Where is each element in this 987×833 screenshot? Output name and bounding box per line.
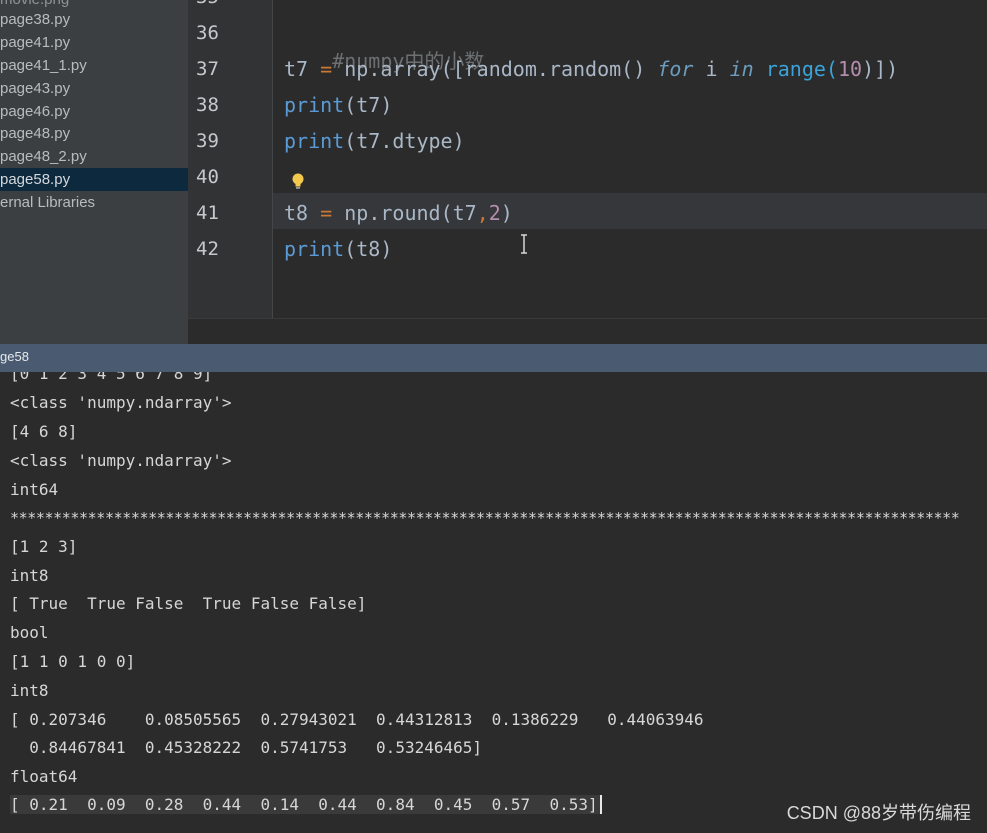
code-token: ) — [500, 201, 513, 225]
console-line: [1 1 0 1 0 0] — [10, 652, 136, 671]
editor-bottom-area — [188, 318, 987, 344]
code-builtin: print — [284, 129, 345, 153]
file-item-page48[interactable]: page48.py — [0, 122, 188, 145]
run-tool-window-header — [0, 344, 987, 372]
line-number: 38 — [196, 94, 219, 116]
code-token: (t7.dtype) — [344, 129, 465, 153]
code-builtin: print — [284, 93, 345, 117]
code-token: t7 — [284, 57, 309, 81]
code-token: = — [320, 201, 333, 225]
run-console[interactable]: [0 1 2 3 4 5 6 7 8 9] <class 'numpy.ndar… — [0, 372, 987, 833]
code-token: (t7) — [344, 93, 393, 117]
run-tab-label[interactable]: ge58 — [0, 349, 29, 364]
line-number: 36 — [196, 22, 219, 44]
line-number: 40 — [196, 166, 219, 188]
code-line-39[interactable]: print(t7.dtype) — [284, 129, 465, 153]
console-line: int64 — [10, 480, 59, 499]
code-token: np.array([random.random() — [344, 57, 646, 81]
code-line-41[interactable]: t8 = np.round(t7,2) — [284, 201, 513, 225]
console-line: [1 2 3] — [10, 537, 78, 556]
code-line-42[interactable]: print(t8) — [284, 237, 392, 261]
file-item-page41[interactable]: page41.py — [0, 31, 188, 54]
code-token: )]) — [862, 57, 899, 81]
code-token: , — [476, 201, 489, 225]
file-item-page48-2[interactable]: page48_2.py — [0, 145, 188, 168]
line-number: 42 — [196, 238, 219, 260]
line-number: 39 — [196, 130, 219, 152]
file-item-page41-1[interactable]: page41_1.py — [0, 54, 188, 77]
console-line: <class 'numpy.ndarray'> — [10, 451, 232, 470]
code-keyword: in — [729, 57, 754, 81]
console-line-selected[interactable]: [ 0.21 0.09 0.28 0.44 0.14 0.44 0.84 0.4… — [10, 795, 602, 814]
project-sidebar: movie.png page38.py page41.py page41_1.p… — [0, 0, 188, 344]
file-item-page43[interactable]: page43.py — [0, 77, 188, 100]
watermark: CSDN @88岁带伤编程 — [786, 803, 971, 823]
code-builtin: range( — [765, 57, 838, 81]
code-token: = — [320, 57, 333, 81]
console-line: 0.84467841 0.45328222 0.5741753 0.532464… — [10, 738, 483, 757]
file-item-page46[interactable]: page46.py — [0, 100, 188, 123]
console-line: int8 — [10, 681, 49, 700]
line-number-gutter — [188, 0, 272, 318]
lightbulb-icon[interactable] — [291, 172, 305, 190]
code-number: 10 — [837, 57, 863, 81]
console-line: int8 — [10, 566, 49, 585]
code-token: t8 — [284, 201, 309, 225]
console-line: [0 1 2 3 4 5 6 7 8 9] — [10, 372, 213, 383]
text-cursor-icon — [521, 234, 527, 254]
code-number: 2 — [488, 201, 501, 225]
console-line: <class 'numpy.ndarray'> — [10, 393, 232, 412]
console-line: float64 — [10, 767, 78, 786]
external-libraries-item[interactable]: ernal Libraries — [0, 191, 188, 214]
code-token: i — [705, 57, 718, 81]
code-line-38[interactable]: print(t7) — [284, 93, 392, 117]
line-number: 37 — [196, 58, 219, 80]
code-token: (t8) — [344, 237, 393, 261]
line-number: 41 — [196, 202, 219, 224]
code-builtin: print — [284, 237, 345, 261]
line-number: 35 — [196, 0, 236, 8]
console-line: bool — [10, 623, 49, 642]
code-editor[interactable]: 35 36 37 38 39 40 41 42 #numpy中的小数 t7 = … — [188, 0, 987, 344]
console-line: [4 6 8] — [10, 422, 78, 441]
console-line: [ True True False True False False] — [10, 594, 367, 613]
file-item-page58[interactable]: page58.py — [0, 168, 188, 191]
console-line: [ 0.207346 0.08505565 0.27943021 0.44312… — [10, 710, 704, 729]
gutter-separator — [272, 0, 273, 318]
file-item-page38[interactable]: page38.py — [0, 8, 188, 31]
console-line: ****************************************… — [10, 509, 960, 527]
code-line-37[interactable]: t7 = np.array([random.random() for i in … — [284, 57, 898, 81]
code-keyword: for — [657, 57, 694, 81]
code-token: np.round(t7 — [344, 201, 477, 225]
